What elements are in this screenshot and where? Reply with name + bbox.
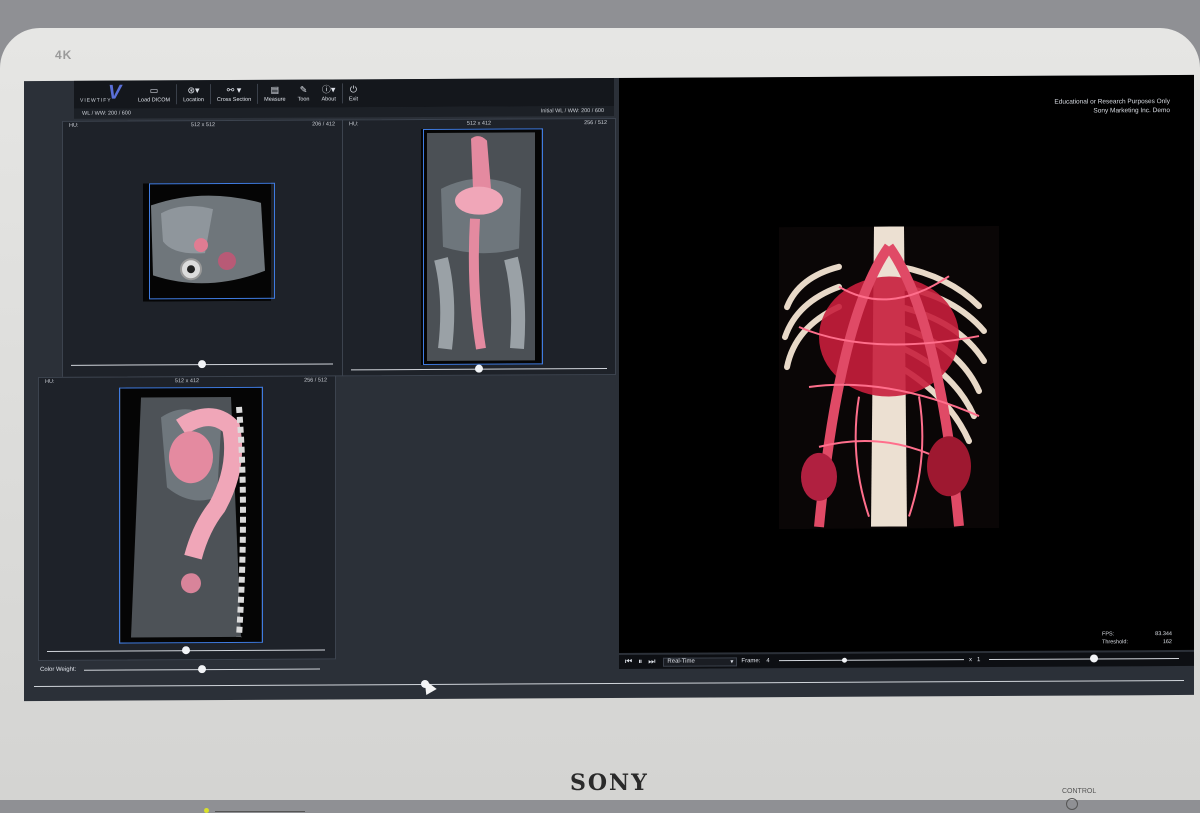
sony-logo: SONY — [570, 770, 649, 796]
pause-icon[interactable]: ⏸ — [638, 657, 642, 667]
disclaimer-line-2: Sony Marketing Inc. Demo — [1093, 107, 1170, 115]
about-label: About — [321, 96, 336, 103]
slider-track — [989, 658, 1179, 661]
threshold-value: 162 — [1162, 639, 1172, 646]
frame-slider[interactable] — [779, 656, 964, 665]
exit-label: Exit — [348, 96, 359, 103]
cross-section-label: Cross Section — [216, 96, 252, 104]
toon-button[interactable]: ✎ Toon — [292, 80, 316, 108]
toon-icon: ✎ — [299, 84, 308, 95]
speed-value: 1 — [977, 657, 981, 664]
folder-icon: ▭ — [149, 85, 159, 96]
power-indicator-line — [215, 811, 305, 812]
location-button[interactable]: ⊛▾ Location — [177, 80, 210, 108]
wl-label: WL / WW: — [82, 110, 107, 117]
about-button[interactable]: ⓘ▾ About — [316, 79, 342, 107]
window-level-bar: WL / WW: 200 / 600 Initial WL / WW: 200 … — [74, 105, 614, 119]
wl-readout: WL / WW: 200 / 600 — [82, 111, 131, 117]
wl-value: 200 / 600 — [107, 110, 131, 117]
threshold-label: Threshold: — [1102, 639, 1128, 646]
slider-knob[interactable] — [841, 657, 847, 663]
toon-label: Toon — [297, 96, 310, 103]
cross-section-button[interactable]: ⚯ ▾ Cross Section — [211, 80, 257, 108]
playback-mode-value: Real-Time — [667, 658, 695, 665]
initial-wl-label: Initial WL / WW: — [540, 108, 580, 115]
initial-wl-readout: Initial WL / WW: 200 / 600 — [541, 108, 604, 114]
slider-track — [34, 679, 1184, 688]
color-weight-label: Color Weight: — [40, 666, 77, 673]
coronal-viewport[interactable]: HU: 512 x 412 256 / 512 — [342, 117, 616, 377]
location-icon: ⊛▾ — [187, 85, 200, 96]
control-label: CONTROL — [1062, 788, 1097, 795]
slice-index: 256 / 512 — [304, 377, 327, 384]
frame-value: 4 — [766, 658, 770, 665]
speed-label: x — [969, 657, 972, 664]
power-led-icon — [204, 808, 209, 813]
axial-roi-box[interactable] — [149, 182, 275, 300]
ruler-icon: ▤ — [270, 84, 280, 95]
measure-label: Measure — [264, 96, 286, 103]
axial-viewport[interactable]: HU: 512 x 512 206 / 412 — [62, 119, 344, 378]
matrix-size: 512 x 512 — [190, 122, 216, 129]
disclaimer-text: Educational or Research Purposes Only So… — [1054, 97, 1170, 116]
coronal-slice-slider[interactable] — [351, 364, 607, 374]
skip-back-icon[interactable]: ⏮ — [625, 657, 632, 667]
volume-render-image[interactable] — [779, 225, 999, 530]
viewport-header: HU: 512 x 512 206 / 412 — [63, 120, 343, 130]
slider-knob[interactable] — [198, 665, 206, 674]
logo-wordmark: VIEWTIFY — [80, 97, 112, 104]
matrix-size: 512 x 412 — [174, 378, 200, 385]
axial-slice-slider[interactable] — [71, 360, 333, 369]
load-dicom-button[interactable]: ▭ Load DICOM — [132, 80, 176, 108]
main-slider[interactable] — [34, 677, 1184, 691]
info-icon: ⓘ▾ — [321, 84, 336, 95]
screen: V VIEWTIFY ▭ Load DICOM ⊛▾ Location ⚯ ▾ … — [24, 74, 1194, 702]
sagittal-roi-box[interactable] — [119, 386, 263, 644]
viewtify-logo: V VIEWTIFY — [74, 80, 132, 108]
playback-mode-select[interactable]: Real-Time ▾ — [663, 656, 738, 667]
sagittal-viewport[interactable]: HU: 512 x 412 256 / 512 — [38, 375, 336, 661]
sagittal-slice-slider[interactable] — [47, 646, 325, 655]
coronal-roi-box[interactable] — [423, 128, 543, 365]
power-icon: ⏻ — [349, 84, 358, 95]
fps-value: 83.344 — [1155, 631, 1172, 638]
fps-label: FPS: — [1102, 631, 1115, 638]
slider-track — [779, 659, 964, 662]
viewport-header: HU: 512 x 412 256 / 512 — [39, 376, 335, 387]
main-toolbar: V VIEWTIFY ▭ Load DICOM ⊛▾ Location ⚯ ▾ … — [74, 77, 614, 109]
initial-wl-value: 200 / 600 — [581, 108, 604, 115]
slider-knob[interactable] — [198, 360, 206, 369]
color-weight-slider[interactable] — [84, 665, 320, 675]
matrix-size: 512 x 412 — [466, 120, 492, 127]
slice-index: 256 / 512 — [584, 120, 607, 127]
location-label: Location — [183, 97, 204, 104]
volume-render-pane[interactable]: Educational or Research Purposes Only So… — [619, 74, 1194, 653]
slider-knob[interactable] — [182, 646, 190, 655]
measure-button[interactable]: ▤ Measure — [258, 80, 291, 108]
load-dicom-label: Load DICOM — [138, 97, 171, 104]
chevron-down-icon: ▾ — [730, 658, 734, 665]
slice-index: 206 / 412 — [312, 121, 335, 128]
frame-label: Frame: — [741, 658, 761, 665]
threshold-slider[interactable] — [989, 654, 1179, 664]
cross-section-icon: ⚯ ▾ — [226, 84, 242, 96]
skip-forward-icon[interactable]: ⏭ — [648, 657, 655, 667]
slider-knob[interactable] — [1089, 654, 1098, 663]
render-stats: FPS: 83.344 Threshold: 162 — [1102, 630, 1172, 646]
slider-knob[interactable] — [475, 364, 483, 373]
playback-bar: ⏮ ⏸ ⏭ Real-Time ▾ Frame: 4 x 1 — [619, 651, 1194, 669]
4k-badge: 4K — [55, 48, 73, 62]
exit-button[interactable]: ⏻ Exit — [343, 79, 364, 107]
